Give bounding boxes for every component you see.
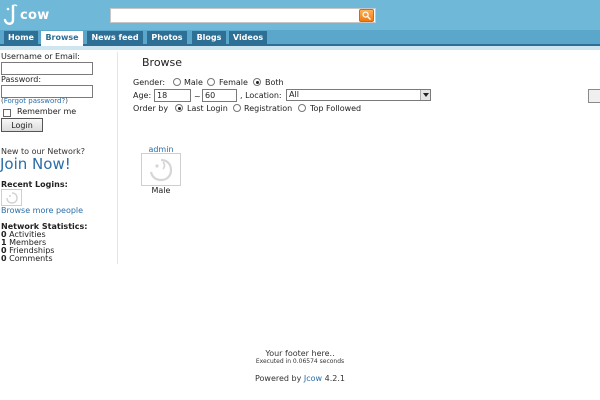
username-label: Username or Email: [1,52,80,61]
tab-home[interactable]: Home [4,31,38,44]
password-label: Password: [1,75,42,84]
search-input[interactable] [111,9,359,22]
order-top-followed-radio[interactable] [298,104,306,112]
offscreen-button[interactable] [588,89,600,103]
powered-by-text: Powered by [254,374,304,383]
gender-male-label: Male [184,78,203,87]
age-from-input[interactable]: 18 [154,89,191,102]
order-last-login-radio[interactable] [175,104,183,112]
logo-text: cow [20,7,50,23]
gender-both-label: Both [265,78,284,87]
footer-text: Your footer here.. [265,349,335,358]
forgot-password: (Forgot password?) [1,97,68,105]
forgot-paren-close: ) [65,97,68,105]
avatar-placeholder-icon [5,191,18,204]
search-box [110,8,376,23]
footer-execution-time: Executed in 0.06574 seconds [255,358,345,365]
site-logo[interactable]: cow [3,2,63,28]
order-last-login-label: Last Login [187,104,228,113]
nav-lower-strip [0,46,600,50]
gender-both-radio[interactable] [253,78,261,86]
tab-photos[interactable]: Photos [147,31,187,44]
forgot-password-link[interactable]: Forgot password? [4,97,65,105]
order-by-label: Order by [133,104,169,113]
sidebar: Username or Email: Password: (Forgot pas… [0,52,118,264]
member-gender: Male [151,186,171,195]
gender-label: Gender: [133,78,166,87]
tab-news-feed[interactable]: News feed [87,31,143,44]
tab-videos[interactable]: Videos [229,31,267,44]
member-avatar[interactable] [141,153,181,186]
stat-count: 0 [1,254,7,263]
page-title: Browse [142,56,183,69]
chevron-down-icon [420,90,430,100]
tab-blogs[interactable]: Blogs [192,31,226,44]
browse-more-people-link[interactable]: Browse more people [1,206,83,215]
jcow-logo-icon [3,4,18,25]
avatar-placeholder-icon [149,158,173,181]
recent-logins-heading: Recent Logins: [1,180,68,189]
jcow-link[interactable]: Jcow [304,374,322,383]
remember-me-label: Remember me [17,107,77,116]
age-label: Age: [133,91,152,100]
order-registration-radio[interactable] [233,104,241,112]
gender-female-label: Female [219,78,248,87]
order-top-followed-label: Top Followed [310,104,362,113]
remember-me-checkbox[interactable] [3,109,11,117]
join-now-link[interactable]: Join Now! [0,155,71,173]
age-to-input[interactable]: 60 [202,89,237,102]
version-text: 4.2.1 [322,374,346,383]
order-registration-label: Registration [244,104,293,113]
recent-login-avatar[interactable] [1,189,22,206]
login-button[interactable]: Login [1,118,43,132]
search-icon [362,11,371,20]
stat-label: Comments [9,254,53,263]
tab-browse[interactable]: Browse [41,31,83,46]
location-value: All [289,90,299,99]
username-input[interactable] [1,62,93,75]
location-label: , Location: [240,91,282,100]
age-separator: ~ [194,92,201,101]
gender-female-radio[interactable] [207,78,215,86]
footer-powered-by: Powered by Jcow 4.2.1 [0,374,600,383]
search-button[interactable] [359,9,374,22]
location-select[interactable]: All [286,89,431,101]
gender-male-radio[interactable] [173,78,181,86]
stat-comments: 0 Comments [1,254,53,263]
